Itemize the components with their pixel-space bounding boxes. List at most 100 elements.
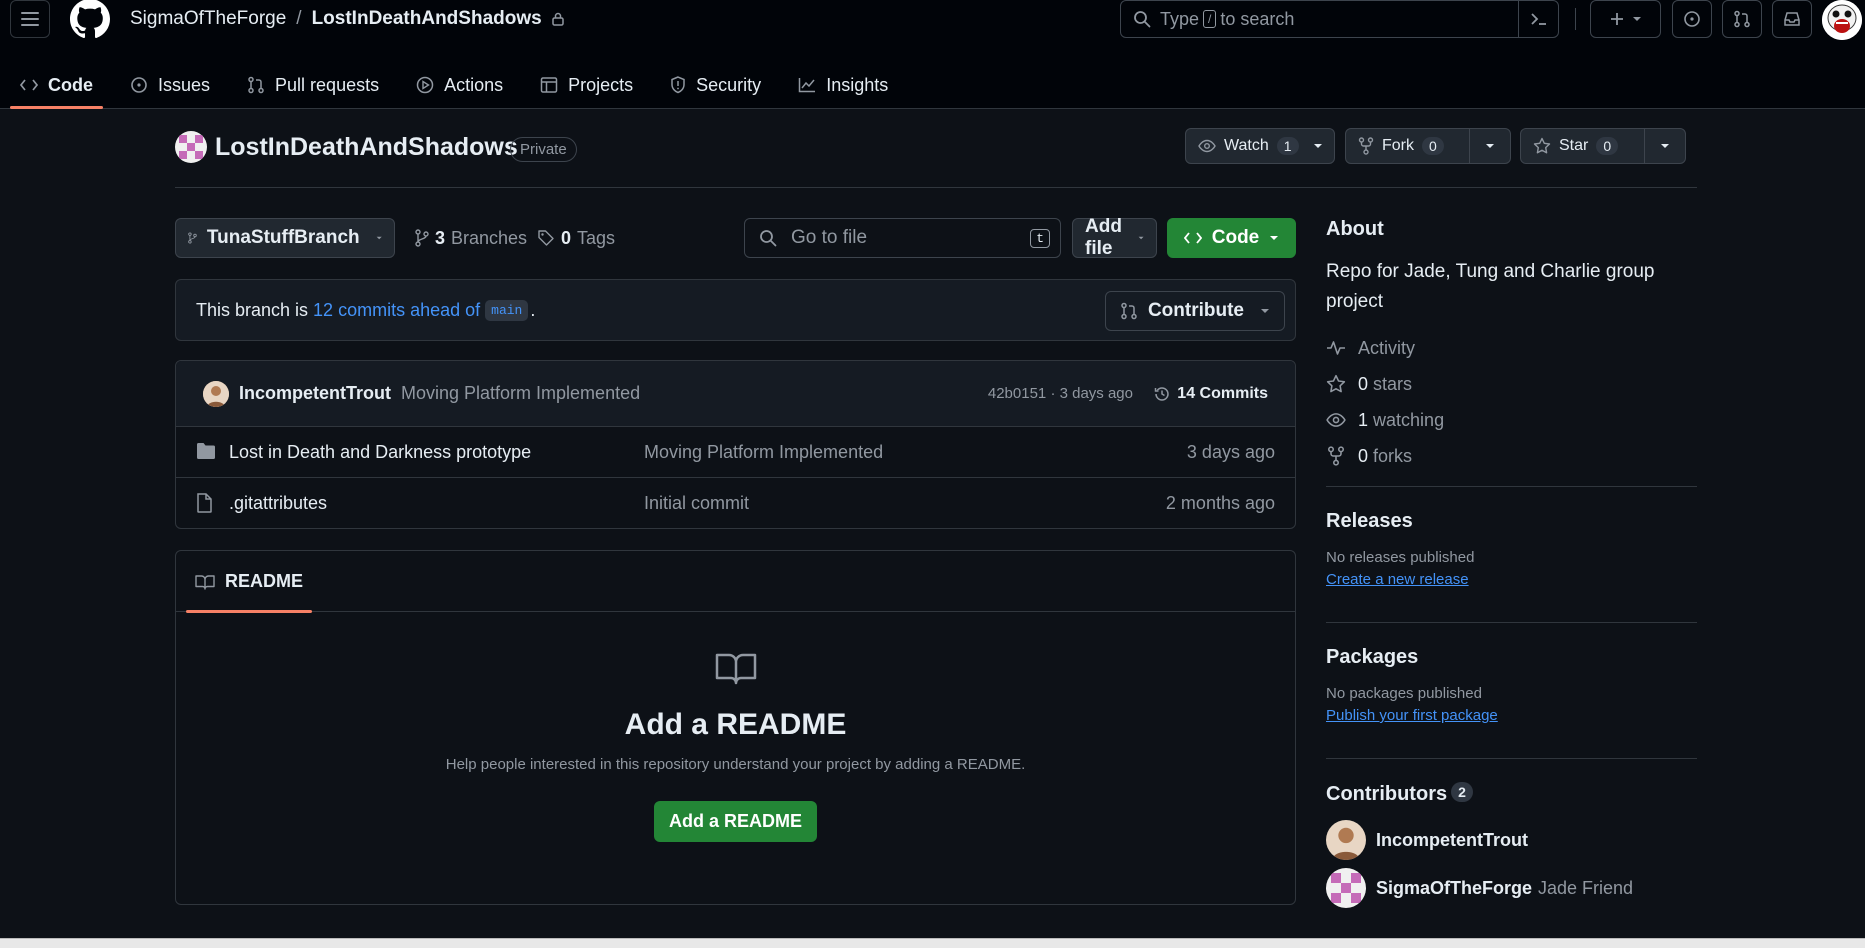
commits-link[interactable]: 14 Commits: [1153, 385, 1268, 403]
menu-button[interactable]: [10, 0, 50, 38]
star-count: 0: [1596, 137, 1619, 155]
visibility-badge: Private: [510, 137, 577, 162]
github-logo-icon[interactable]: [70, 0, 110, 39]
branches-count: 3: [435, 227, 446, 248]
file-commit-message[interactable]: Initial commit: [644, 493, 749, 514]
stars-label: stars: [1373, 373, 1413, 394]
contributor-item[interactable]: SigmaOfTheForge Jade Friend: [1326, 868, 1697, 908]
pull-requests-header-button[interactable]: [1722, 0, 1762, 38]
go-to-file-input[interactable]: Go to file t: [744, 218, 1061, 258]
commit-message[interactable]: Moving Platform Implemented: [401, 383, 640, 404]
add-file-label: Add file: [1085, 216, 1122, 259]
tab-readme[interactable]: README: [186, 551, 313, 613]
issues-header-button[interactable]: [1672, 0, 1712, 38]
table-row[interactable]: Lost in Death and Darkness prototype Mov…: [176, 427, 1295, 478]
tab-code[interactable]: Code: [10, 62, 103, 109]
code-button[interactable]: Code: [1167, 218, 1296, 258]
inbox-button[interactable]: [1772, 0, 1812, 38]
tab-label: Security: [696, 74, 762, 95]
watching-link[interactable]: 1 watching: [1326, 402, 1697, 438]
create-new-button[interactable]: [1590, 0, 1661, 38]
code-icon: [1183, 232, 1202, 244]
add-readme-button[interactable]: Add a README: [653, 801, 817, 842]
file-name[interactable]: Lost in Death and Darkness prototype: [229, 442, 531, 463]
ahead-prefix: This branch is: [196, 299, 309, 320]
header-divider: [1575, 8, 1576, 30]
releases-section: Releases No releases published Create a …: [1326, 486, 1697, 622]
user-avatar-icon: [203, 380, 229, 407]
chevron-down-icon: [1138, 236, 1144, 240]
ahead-commits-link[interactable]: 12 commits ahead of: [313, 300, 480, 321]
contributor-item[interactable]: IncompetentTrout: [1326, 820, 1697, 860]
search-input[interactable]: Type / to search: [1120, 0, 1559, 38]
contribute-label: Contribute: [1147, 300, 1244, 321]
fork-icon: [1358, 137, 1374, 155]
avatar[interactable]: [203, 380, 229, 407]
tab-label: Code: [48, 74, 93, 95]
ahead-suffix: .: [530, 299, 536, 320]
tab-label: Pull requests: [275, 74, 380, 95]
contributors-title: Contributors: [1326, 783, 1448, 805]
search-prefix: Type: [1160, 8, 1200, 29]
commit-hash-time[interactable]: 42b0151 · 3 days ago: [988, 385, 1133, 402]
breadcrumb-owner[interactable]: SigmaOfTheForge: [130, 8, 286, 30]
tab-insights[interactable]: Insights: [788, 62, 898, 108]
releases-title[interactable]: Releases: [1326, 510, 1697, 533]
commit-author[interactable]: IncompetentTrout: [239, 383, 391, 404]
watch-label: Watch: [1224, 137, 1269, 154]
table-icon: [540, 77, 558, 93]
activity-link[interactable]: Activity: [1326, 330, 1697, 366]
contributors-count: 2: [1451, 782, 1473, 802]
book-icon: [715, 653, 756, 685]
readme-title: Add a README: [624, 708, 847, 741]
tag-icon: [538, 230, 554, 246]
publish-package-link[interactable]: Publish your first package: [1326, 707, 1697, 724]
contribute-button[interactable]: Contribute: [1104, 291, 1285, 331]
tab-security[interactable]: Security: [660, 62, 771, 108]
packages-title[interactable]: Packages: [1326, 646, 1697, 669]
stars-count: 0: [1358, 373, 1369, 394]
tab-issues[interactable]: Issues: [120, 62, 220, 108]
tab-projects[interactable]: Projects: [530, 62, 643, 108]
watch-button[interactable]: Watch 1: [1185, 128, 1335, 164]
stars-link[interactable]: 0 stars: [1326, 366, 1697, 402]
star-button[interactable]: Star 0: [1520, 128, 1686, 164]
chevron-down-icon: [376, 236, 382, 240]
chevron-down-icon: [1661, 144, 1670, 148]
fork-icon: [1328, 446, 1344, 466]
tab-pull-requests[interactable]: Pull requests: [237, 62, 389, 108]
branch-icon: [415, 229, 429, 247]
fork-button[interactable]: Fork 0: [1345, 128, 1511, 164]
file-age: 2 months ago: [1165, 493, 1275, 513]
file-icon: [197, 493, 212, 513]
about-title: About: [1326, 218, 1384, 240]
breadcrumb: SigmaOfTheForge / LostInDeathAndShadows: [130, 8, 564, 30]
branches-link[interactable]: 3 Branches: [415, 218, 527, 258]
file-commit-message[interactable]: Moving Platform Implemented: [644, 442, 883, 463]
contributor-name[interactable]: SigmaOfTheForge: [1376, 878, 1532, 899]
chevron-down-icon: [1632, 17, 1641, 21]
tags-count: 0: [561, 227, 572, 248]
breadcrumb-repo[interactable]: LostInDeathAndShadows: [312, 8, 542, 30]
code-label: Code: [1211, 227, 1260, 248]
add-file-button[interactable]: Add file: [1072, 216, 1157, 259]
base-branch[interactable]: main: [485, 299, 529, 321]
command-palette-button[interactable]: [1518, 1, 1558, 37]
chevron-down-icon: [1486, 144, 1495, 148]
fork-label: Fork: [1382, 137, 1414, 154]
tab-actions[interactable]: Actions: [406, 62, 513, 108]
branch-name: TunaStuffBranch: [206, 227, 360, 248]
tags-link[interactable]: 0 Tags: [537, 218, 615, 258]
forks-link[interactable]: 0 forks: [1326, 438, 1697, 474]
branch-selector[interactable]: TunaStuffBranch: [175, 218, 395, 258]
repo-title[interactable]: LostInDeathAndShadows: [215, 133, 518, 162]
contributors-title-row[interactable]: Contributors 2: [1326, 782, 1697, 806]
search-suffix: to search: [1220, 8, 1295, 29]
commits-count: 14 Commits: [1177, 384, 1268, 402]
create-release-link[interactable]: Create a new release: [1326, 571, 1697, 588]
contributor-name[interactable]: IncompetentTrout: [1376, 830, 1528, 851]
file-name[interactable]: .gitattributes: [229, 493, 327, 514]
user-avatar[interactable]: [1822, 0, 1862, 40]
table-row[interactable]: .gitattributes Initial commit 2 months a…: [176, 478, 1295, 528]
contributor-role: Jade Friend: [1538, 877, 1634, 898]
